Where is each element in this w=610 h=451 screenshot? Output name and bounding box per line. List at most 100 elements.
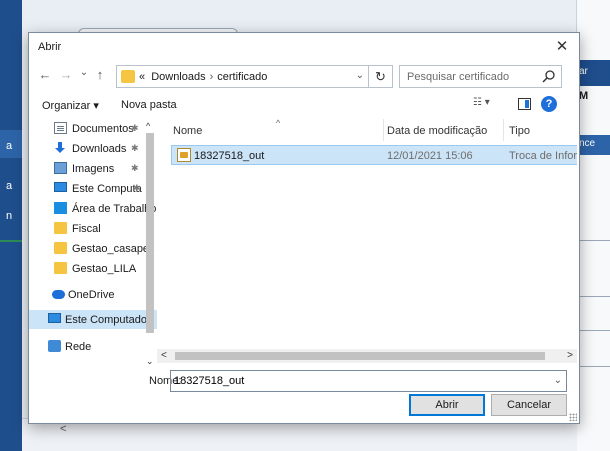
pin-icon: ✱ <box>131 143 139 153</box>
search-box <box>399 65 562 88</box>
chevron-down-icon[interactable]: ⌄ <box>146 356 154 367</box>
back-icon[interactable]: ← <box>37 67 53 82</box>
refresh-button[interactable]: ↻ <box>369 65 393 88</box>
folder-icon <box>54 262 67 274</box>
sidebar-item-rede[interactable]: Rede <box>29 337 157 356</box>
computer-icon <box>48 313 61 323</box>
navigation-scrollbar[interactable]: ^ ⌄ <box>144 119 156 366</box>
view-options-button[interactable]: ☷ ▾ <box>473 97 499 113</box>
folder-icon <box>54 242 67 254</box>
sidebar-item-label: Downloads <box>72 143 127 155</box>
address-bar[interactable]: « Downloads › certificado ⌄ <box>116 65 369 88</box>
file-type: Troca de Informaç <box>509 150 577 162</box>
sidebar-item-imagens[interactable]: Imagens ✱ <box>29 159 157 178</box>
document-icon <box>54 122 67 134</box>
dialog-titlebar: Abrir ✕ <box>29 33 579 61</box>
chevron-right-icon[interactable]: > <box>567 350 573 361</box>
background-right-tab: nce <box>577 135 610 155</box>
sidebar-item-label: Este Computa <box>72 183 142 195</box>
sidebar-item-label: Gestao_casapec <box>72 243 155 255</box>
resize-grip-icon[interactable] <box>569 413 577 421</box>
background-right-divider <box>577 240 610 241</box>
breadcrumb: « Downloads › certificado <box>139 71 267 83</box>
organize-menu-button[interactable]: Organizar ▾ <box>42 99 99 112</box>
background-right-divider <box>577 330 610 331</box>
search-input[interactable] <box>400 66 535 87</box>
pin-icon: ✱ <box>131 163 139 173</box>
dialog-title: Abrir <box>38 41 62 53</box>
sidebar-item-gestao-casapec[interactable]: Gestao_casapec <box>29 239 157 258</box>
network-icon <box>48 340 61 352</box>
background-left-text: n <box>6 210 13 222</box>
background-right-text: nce <box>579 138 596 149</box>
file-name: 18327518_out <box>194 150 265 162</box>
background-right-text: M <box>579 90 589 102</box>
sidebar-item-area-de-trabalho[interactable]: Área de Trabalho <box>29 199 157 218</box>
search-icon[interactable] <box>541 69 557 85</box>
sidebar-item-downloads[interactable]: Downloads ✱ <box>29 139 157 158</box>
close-button[interactable]: ✕ <box>551 36 573 58</box>
sidebar-item-gestao-lila[interactable]: Gestao_LILA <box>29 259 157 278</box>
sidebar-item-label: Fiscal <box>72 223 101 235</box>
column-divider[interactable] <box>383 119 384 141</box>
breadcrumb-overflow[interactable]: « <box>139 71 145 83</box>
cancel-button[interactable]: Cancelar <box>491 394 567 416</box>
column-header-type[interactable]: Tipo <box>509 125 530 137</box>
chevron-right-icon: › <box>209 71 214 83</box>
sidebar-item-fiscal[interactable]: Fiscal <box>29 219 157 238</box>
file-name-input[interactable] <box>171 371 546 391</box>
chevron-up-icon[interactable]: ^ <box>146 121 150 131</box>
forward-icon[interactable]: → <box>58 67 74 82</box>
sidebar-item-label: OneDrive <box>68 289 115 301</box>
download-icon <box>54 142 67 154</box>
scrollbar-thumb[interactable] <box>146 133 154 333</box>
new-folder-button[interactable]: Nova pasta <box>121 99 177 111</box>
cloud-icon <box>52 290 65 299</box>
open-button[interactable]: Abrir <box>409 394 485 416</box>
table-row[interactable]: 18327518_out 12/01/2021 15:06 Troca de I… <box>171 145 577 165</box>
background-left-line <box>0 240 22 242</box>
background-right-divider <box>577 366 610 367</box>
image-icon <box>54 162 67 174</box>
sidebar-item-onedrive[interactable]: OneDrive <box>29 285 157 304</box>
background-right-text: ar <box>579 66 588 77</box>
background-right-panel: ar M nce <box>576 0 610 451</box>
file-name-field: ⌄ <box>170 370 567 392</box>
scrollbar-thumb[interactable] <box>175 352 545 360</box>
chevron-down-icon[interactable]: ⌄ <box>356 70 364 81</box>
folder-icon <box>54 222 67 234</box>
chevron-down-icon[interactable]: ⌄ <box>554 375 562 386</box>
file-list: Nome ^ Data de modificação Tipo 18327518… <box>161 119 577 347</box>
background-chevron-icon: < <box>60 423 67 435</box>
column-header-modified[interactable]: Data de modificação <box>387 125 487 137</box>
background-right-tab: ar <box>577 60 610 86</box>
background-left-text: a <box>6 180 13 192</box>
background-right-divider <box>577 296 610 297</box>
chevron-left-icon[interactable]: < <box>161 350 167 361</box>
sidebar-item-label: Imagens <box>72 163 115 175</box>
pin-icon: ✱ <box>131 123 139 133</box>
sort-ascending-icon: ^ <box>276 119 281 128</box>
sidebar-item-label: Documentos <box>72 123 134 135</box>
background-left-strip: a a n <box>0 0 22 451</box>
pin-icon: ✱ <box>133 183 141 193</box>
file-modified: 12/01/2021 15:06 <box>387 150 473 162</box>
sidebar-item-este-computa[interactable]: Este Computa ✱ <box>29 179 157 198</box>
preview-pane-icon[interactable] <box>518 98 531 110</box>
column-divider[interactable] <box>503 119 504 141</box>
help-icon[interactable]: ? <box>541 96 557 112</box>
sidebar-item-documentos[interactable]: Documentos ✱ <box>29 119 157 138</box>
recent-locations-icon[interactable]: ⌄ <box>76 67 92 78</box>
open-file-dialog: Abrir ✕ ← → ⌄ ↑ « Downloads › certificado … <box>28 32 580 424</box>
sidebar-item-este-computador[interactable]: Este Computador <box>29 310 157 329</box>
sidebar-item-label: Gestao_LILA <box>72 263 137 275</box>
sidebar-item-label: Rede <box>65 341 92 353</box>
computer-icon <box>54 182 67 192</box>
folder-icon <box>121 70 135 83</box>
horizontal-scrollbar[interactable]: < > <box>157 349 577 363</box>
breadcrumb-item-downloads[interactable]: Downloads <box>151 71 205 83</box>
up-folder-icon[interactable]: ↑ <box>92 67 108 82</box>
navigation-pane: Documentos ✱ Downloads ✱ Imagens ✱ Este … <box>29 119 157 361</box>
breadcrumb-item-certificado[interactable]: certificado <box>217 71 267 83</box>
column-header-name[interactable]: Nome <box>173 125 202 137</box>
